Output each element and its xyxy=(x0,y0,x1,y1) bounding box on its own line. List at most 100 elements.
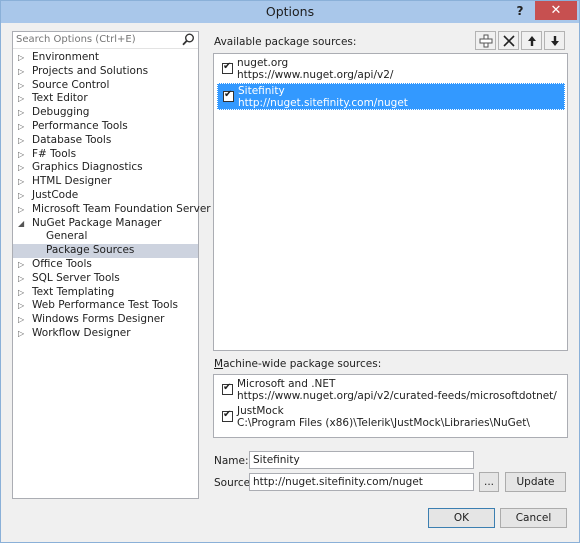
source-name: Sitefinity xyxy=(238,85,285,97)
cancel-button[interactable]: Cancel xyxy=(500,508,567,528)
search-input[interactable] xyxy=(13,32,181,47)
tree-item[interactable]: ▷ Workflow Designer xyxy=(13,327,198,341)
machine-wide-sources-list: Microsoft and .NET https://www.nuget.org… xyxy=(213,374,568,438)
expand-arrow-icon[interactable]: ▷ xyxy=(18,189,27,203)
source-field[interactable] xyxy=(249,473,474,491)
ok-button[interactable]: OK xyxy=(428,508,495,528)
source-checkbox[interactable] xyxy=(222,409,233,422)
expand-arrow-icon[interactable]: ▷ xyxy=(18,161,27,175)
tree-item[interactable]: ▷ Source Control xyxy=(13,79,198,93)
tree-item[interactable]: ▷ Text Templating xyxy=(13,286,198,300)
tree-item[interactable]: ▷ F# Tools xyxy=(13,148,198,162)
tree-item-label: JustCode xyxy=(32,188,79,201)
source-checkbox[interactable] xyxy=(222,61,233,74)
browse-button[interactable]: ... xyxy=(479,472,499,492)
source-item[interactable]: nuget.org https://www.nuget.org/api/v2/ xyxy=(217,56,565,83)
expand-arrow-icon[interactable]: ▷ xyxy=(18,92,27,106)
expand-arrow-icon[interactable]: ▷ xyxy=(18,51,27,65)
source-name: JustMock xyxy=(237,405,284,417)
tree-item-label: Web Performance Test Tools xyxy=(32,299,178,312)
tree-item[interactable]: ▷ Database Tools xyxy=(13,134,198,148)
expand-arrow-icon[interactable]: ▷ xyxy=(18,79,27,93)
tree-item[interactable]: ◢ NuGet Package Manager xyxy=(13,217,198,231)
expand-arrow-icon[interactable]: ▷ xyxy=(18,203,27,217)
title-bar: Options ? ✕ xyxy=(1,1,579,23)
move-up-button[interactable] xyxy=(521,31,542,50)
close-button[interactable]: ✕ xyxy=(535,1,577,20)
tree-item-label: F# Tools xyxy=(32,147,77,160)
tree-item[interactable]: ▷ Office Tools xyxy=(13,258,198,272)
expand-arrow-icon[interactable]: ▷ xyxy=(18,106,27,120)
source-item-selected[interactable]: Sitefinity http://nuget.sitefinity.com/n… xyxy=(217,83,565,110)
tree-item-label: Workflow Designer xyxy=(32,326,131,339)
tree-item-label: Graphics Diagnostics xyxy=(32,161,143,174)
tree-item-label: HTML Designer xyxy=(32,175,112,188)
arrow-down-icon xyxy=(551,36,559,46)
tree-item-label: Debugging xyxy=(32,106,90,119)
tree-item-label: Package Sources xyxy=(46,244,135,257)
source-checkbox[interactable] xyxy=(222,382,233,395)
add-source-button[interactable] xyxy=(475,31,496,50)
available-sources-list: nuget.org https://www.nuget.org/api/v2/ … xyxy=(213,53,568,351)
tree-item-label: Text Templating xyxy=(32,285,115,298)
remove-source-button[interactable] xyxy=(498,31,519,50)
options-dialog: Options ? ✕ ▷ Environment ▷ Projects and So… xyxy=(0,0,580,543)
tree-item[interactable]: ▷ JustCode xyxy=(13,189,198,203)
tree-item[interactable]: ▷ Microsoft Team Foundation Server 2013 xyxy=(13,203,241,217)
tree-item-label: Text Editor xyxy=(32,92,88,105)
expand-arrow-icon[interactable]: ▷ xyxy=(18,120,27,134)
tree-item-label: Windows Forms Designer xyxy=(32,313,165,326)
tree-item-label: NuGet Package Manager xyxy=(32,216,162,229)
collapse-arrow-icon[interactable]: ◢ xyxy=(18,217,27,231)
update-button[interactable]: Update xyxy=(505,472,566,492)
expand-arrow-icon[interactable]: ▷ xyxy=(18,272,27,286)
tree-item[interactable]: Package Sources xyxy=(13,244,198,258)
source-item[interactable]: Microsoft and .NET https://www.nuget.org… xyxy=(217,377,565,404)
tree-item-label: General xyxy=(46,230,88,243)
source-item[interactable]: JustMock C:\Program Files (x86)\Telerik\… xyxy=(217,404,565,431)
machine-wide-sources-label: Machine-wide package sources: xyxy=(214,358,382,370)
name-label: Name: xyxy=(214,455,249,467)
tree-item[interactable]: ▷ Debugging xyxy=(13,106,198,120)
name-field[interactable] xyxy=(249,451,474,469)
remove-icon xyxy=(503,35,515,47)
tree-item[interactable]: ▷ Performance Tools xyxy=(13,120,198,134)
tree-item[interactable]: General xyxy=(13,230,198,244)
source-name: nuget.org xyxy=(237,57,289,69)
search-icon[interactable] xyxy=(182,33,195,46)
source-url: https://www.nuget.org/api/v2/ xyxy=(237,69,394,81)
tree-item[interactable]: ▷ Projects and Solutions xyxy=(13,65,198,79)
tree-item[interactable]: ▷ Graphics Diagnostics xyxy=(13,161,198,175)
add-icon xyxy=(479,34,493,48)
expand-arrow-icon[interactable]: ▷ xyxy=(18,327,27,341)
tree-item[interactable]: ▷ Text Editor xyxy=(13,92,198,106)
source-checkbox[interactable] xyxy=(223,89,234,102)
tree-item[interactable]: ▷ Windows Forms Designer xyxy=(13,313,198,327)
tree-item[interactable]: ▷ HTML Designer xyxy=(13,175,198,189)
source-label: Source: xyxy=(214,477,254,489)
arrow-up-icon xyxy=(528,36,536,46)
available-sources-label: Available package sources: xyxy=(214,36,357,48)
expand-arrow-icon[interactable]: ▷ xyxy=(18,175,27,189)
tree-item-label: Performance Tools xyxy=(32,119,128,132)
expand-arrow-icon[interactable]: ▷ xyxy=(18,286,27,300)
tree-item-label: Microsoft Team Foundation Server 2013 xyxy=(32,202,241,215)
tree-item-label: Projects and Solutions xyxy=(32,64,149,77)
expand-arrow-icon[interactable]: ▷ xyxy=(18,313,27,327)
tree-item-label: Environment xyxy=(32,51,100,63)
machine-wide-label-text: achine-wide package sources: xyxy=(223,358,382,370)
help-button[interactable]: ? xyxy=(509,2,531,20)
expand-arrow-icon[interactable]: ▷ xyxy=(18,299,27,313)
expand-arrow-icon[interactable]: ▷ xyxy=(18,134,27,148)
expand-arrow-icon[interactable]: ▷ xyxy=(18,65,27,79)
source-name: Microsoft and .NET xyxy=(237,378,336,390)
options-tree: ▷ Environment ▷ Projects and Solutions ▷ Sour… xyxy=(13,51,241,341)
search-box xyxy=(13,32,198,49)
move-down-button[interactable] xyxy=(544,31,565,50)
source-url: http://nuget.sitefinity.com/nuget xyxy=(238,97,408,109)
tree-item[interactable]: ▷ Web Performance Test Tools xyxy=(13,299,198,313)
tree-item[interactable]: ▷ Environment xyxy=(13,51,198,65)
expand-arrow-icon[interactable]: ▷ xyxy=(18,258,27,272)
tree-item[interactable]: ▷ SQL Server Tools xyxy=(13,272,198,286)
expand-arrow-icon[interactable]: ▷ xyxy=(18,148,27,162)
